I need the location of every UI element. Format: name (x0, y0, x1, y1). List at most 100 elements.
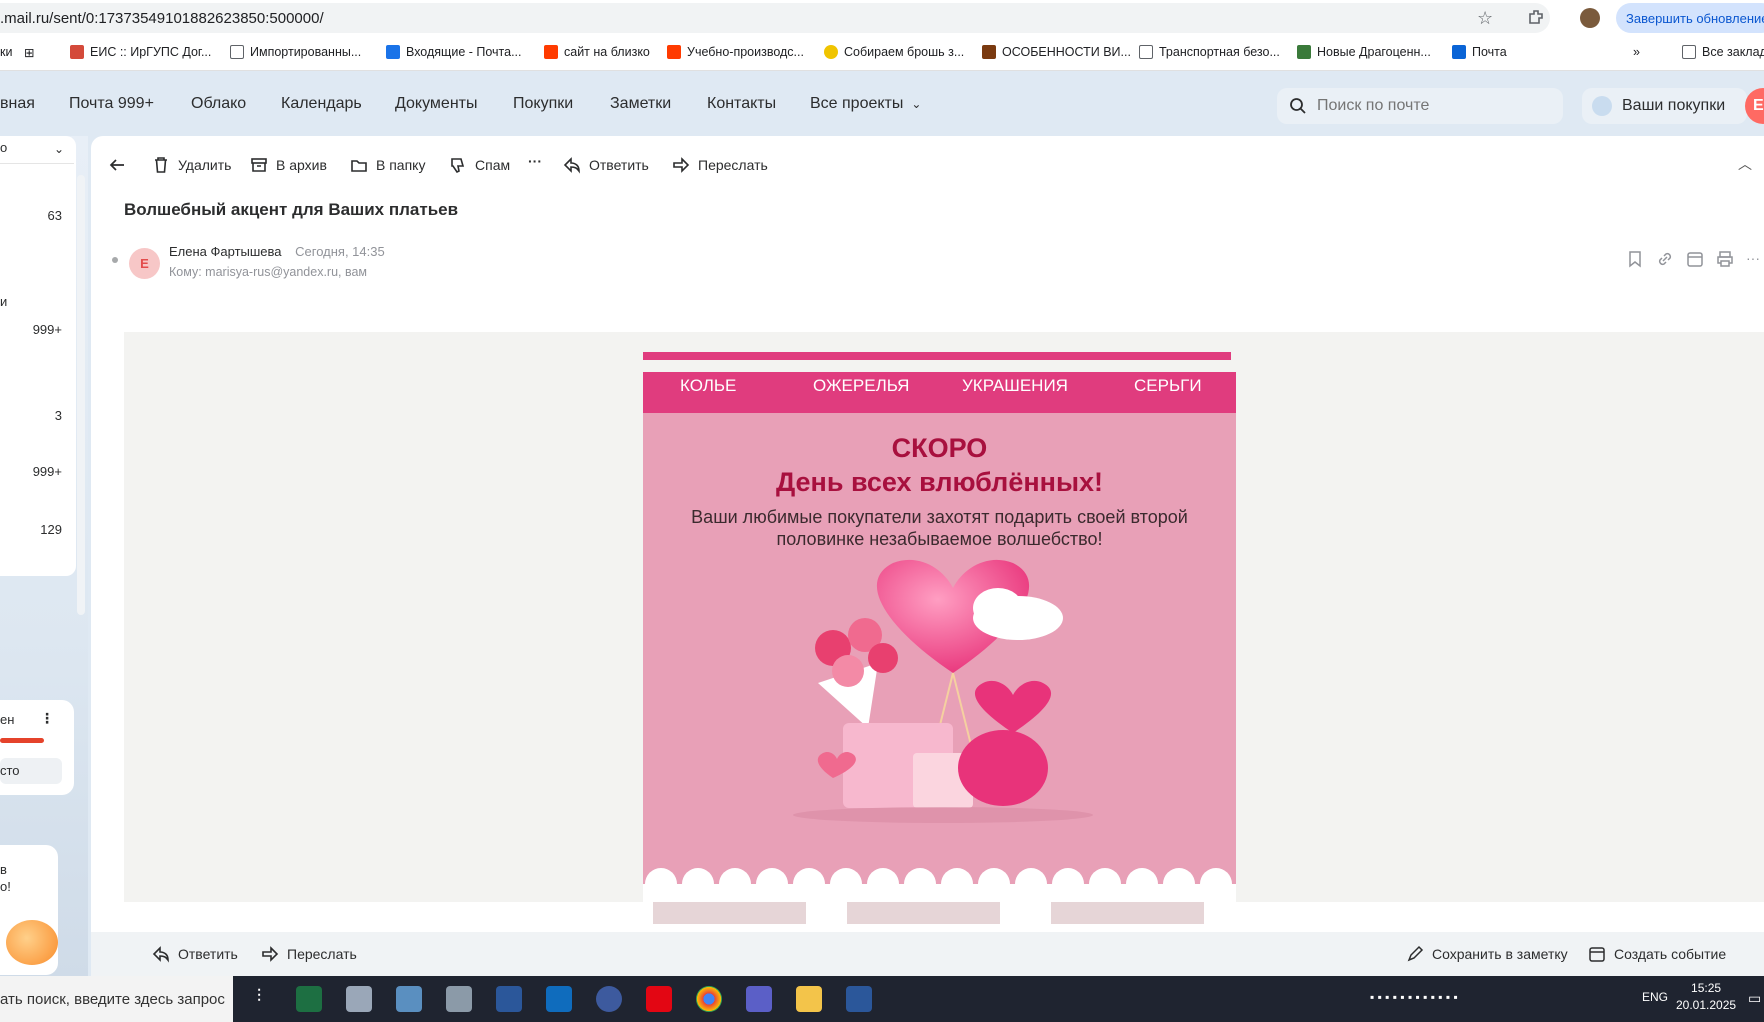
file-explorer-icon[interactable] (796, 986, 822, 1012)
folder-select[interactable]: о ⌄ (0, 136, 74, 164)
search-input[interactable] (1317, 97, 1537, 115)
menu-jewelry[interactable]: УКРАШЕНИЯ (962, 376, 1068, 396)
bookmark-item[interactable]: Почта (1452, 45, 1507, 59)
taskbar-search[interactable]: ать поиск, введите здесь запрос (0, 976, 233, 1022)
sidebar-scrollbar[interactable] (77, 175, 85, 615)
your-purchases-button[interactable]: Ваши покупки (1582, 88, 1747, 124)
bookmark-star-icon[interactable]: ☆ (1477, 8, 1493, 29)
bookmark-item[interactable]: Учебно-производс... (667, 45, 804, 59)
outlook-icon[interactable] (546, 986, 572, 1012)
all-bookmarks-folder[interactable]: Все заклад (1682, 45, 1764, 59)
nav-notes[interactable]: Заметки (610, 95, 671, 113)
bookmark-item[interactable]: ки (0, 45, 12, 59)
chevron-down-icon: ⌄ (911, 97, 922, 111)
more-bookmarks-icon[interactable]: » (1633, 45, 1640, 59)
word-icon[interactable] (846, 986, 872, 1012)
more-icon[interactable]: ··· (1746, 250, 1764, 268)
delete-button[interactable]: Удалить (152, 156, 231, 174)
reply-icon (152, 946, 169, 963)
recipients-line[interactable]: Кому: marisya-rus@yandex.ru, вам (169, 265, 367, 279)
brooch-icon (824, 45, 838, 59)
valentine-illustration[interactable] (643, 553, 1236, 863)
app-icon[interactable] (346, 986, 372, 1012)
bookmark-item[interactable]: Собираем брошь з... (824, 45, 964, 59)
folder-count[interactable]: 63 (48, 208, 62, 223)
bookmark-item[interactable]: ОСОБЕННОСТИ ВИ... (982, 45, 1131, 59)
sender-name[interactable]: Елена Фартышева (169, 244, 282, 259)
forward-button[interactable]: Переслать (672, 156, 768, 174)
extensions-icon[interactable] (1527, 8, 1545, 26)
product-thumb[interactable] (1051, 902, 1204, 924)
bottom-reply-button[interactable]: Ответить (152, 945, 238, 963)
calendar-icon[interactable] (1686, 250, 1704, 268)
notifications-icon[interactable]: ▭ (1748, 990, 1761, 1007)
user-avatar[interactable]: Е (1745, 88, 1764, 124)
more-actions-button[interactable]: ··· (528, 153, 542, 169)
bookmark-item[interactable]: сайт на близко (544, 45, 650, 59)
menu-necklaces[interactable]: ОЖЕРЕЛЬЯ (813, 376, 909, 396)
menu-earrings[interactable]: СЕРЬГИ (1134, 376, 1202, 396)
spam-label: Спам (475, 157, 511, 173)
nav-all-projects[interactable]: Все проекты ⌄ (810, 95, 921, 113)
menu-necklace[interactable]: КОЛЬЕ (680, 376, 736, 396)
link-icon[interactable] (1656, 250, 1674, 268)
search-box[interactable] (1277, 88, 1563, 124)
printer-icon[interactable] (446, 986, 472, 1012)
folder-count[interactable]: 999+ (33, 322, 62, 337)
kebab-menu-icon[interactable]: ⋮ (40, 710, 54, 727)
product-thumb[interactable] (653, 902, 806, 924)
bookmark-icon[interactable] (1626, 250, 1644, 268)
collapse-chevron-icon[interactable]: ︿ (1738, 154, 1752, 174)
nav-documents[interactable]: Документы (395, 95, 477, 113)
free-space-button[interactable]: сто (0, 758, 62, 784)
nav-main[interactable]: вная (0, 95, 35, 113)
folder-list-panel: о ⌄ 63 и 999+ 3 999+ 129 (0, 136, 76, 576)
nav-cloud[interactable]: Облако (191, 95, 246, 113)
apps-grid-icon[interactable]: ⊞ (24, 45, 34, 60)
yandex-browser-icon[interactable] (596, 986, 622, 1012)
folder-count[interactable]: 999+ (33, 464, 62, 479)
chrome-icon[interactable] (696, 986, 722, 1012)
clock[interactable]: 15:25 20.01.2025 (1676, 980, 1736, 1014)
word-icon[interactable] (496, 986, 522, 1012)
site-icon (544, 45, 558, 59)
bottom-forward-button[interactable]: Переслать (261, 945, 357, 963)
profile-avatar[interactable] (1580, 8, 1600, 28)
back-button[interactable] (108, 156, 126, 174)
task-view-icon[interactable]: ⫶ (246, 986, 272, 1012)
spam-button[interactable]: Спам (449, 156, 510, 174)
search-icon (1290, 98, 1306, 114)
folder-label-fragment[interactable]: и (0, 294, 7, 309)
url-field[interactable]: .mail.ru/sent/0:17373549101882623850:500… (0, 3, 1550, 33)
system-tray-icons[interactable]: ▪ ▪ ▪ ▪ ▪ ▪ ▪ ▪ ▪ ▪ ▪ ▪ (1370, 990, 1458, 1004)
product-thumb[interactable] (847, 902, 1000, 924)
reply-button[interactable]: Ответить (563, 156, 649, 174)
nav-purchases[interactable]: Покупки (513, 95, 573, 113)
language-indicator[interactable]: ENG (1642, 990, 1668, 1004)
app-icon[interactable] (646, 986, 672, 1012)
move-to-folder-button[interactable]: В папку (350, 156, 425, 174)
bookmark-label: ЕИС :: ИрГУПС Дог... (90, 45, 212, 59)
nav-contacts[interactable]: Контакты (707, 95, 776, 113)
nav-calendar[interactable]: Календарь (281, 95, 362, 113)
bookmark-item[interactable]: Транспортная безо... (1139, 45, 1280, 59)
nav-mail[interactable]: Почта 999+ (69, 95, 154, 113)
save-to-note-button[interactable]: Сохранить в заметку (1406, 945, 1568, 963)
bookmark-item[interactable]: ЕИС :: ИрГУПС Дог... (70, 45, 211, 59)
folder-move-icon (351, 160, 367, 172)
unread-dot[interactable] (112, 257, 118, 263)
url-text[interactable]: .mail.ru/sent/0:17373549101882623850:500… (0, 10, 324, 27)
folder-count[interactable]: 129 (40, 522, 62, 537)
bookmark-item[interactable]: Входящие - Почта... (386, 45, 522, 59)
bookmark-folder[interactable]: Импортированны... (230, 45, 361, 59)
archive-button[interactable]: В архив (250, 156, 327, 174)
folder-count[interactable]: 3 (55, 408, 62, 423)
bookmark-item[interactable]: Новые Драгоценн... (1297, 45, 1431, 59)
create-event-button[interactable]: Создать событие (1588, 945, 1726, 963)
excel-icon[interactable] (296, 986, 322, 1012)
app-icon[interactable] (396, 986, 422, 1012)
teams-icon[interactable] (746, 986, 772, 1012)
sender-avatar[interactable]: Е (129, 248, 160, 279)
update-button[interactable]: Завершить обновление (1616, 3, 1764, 33)
print-icon[interactable] (1716, 250, 1734, 268)
